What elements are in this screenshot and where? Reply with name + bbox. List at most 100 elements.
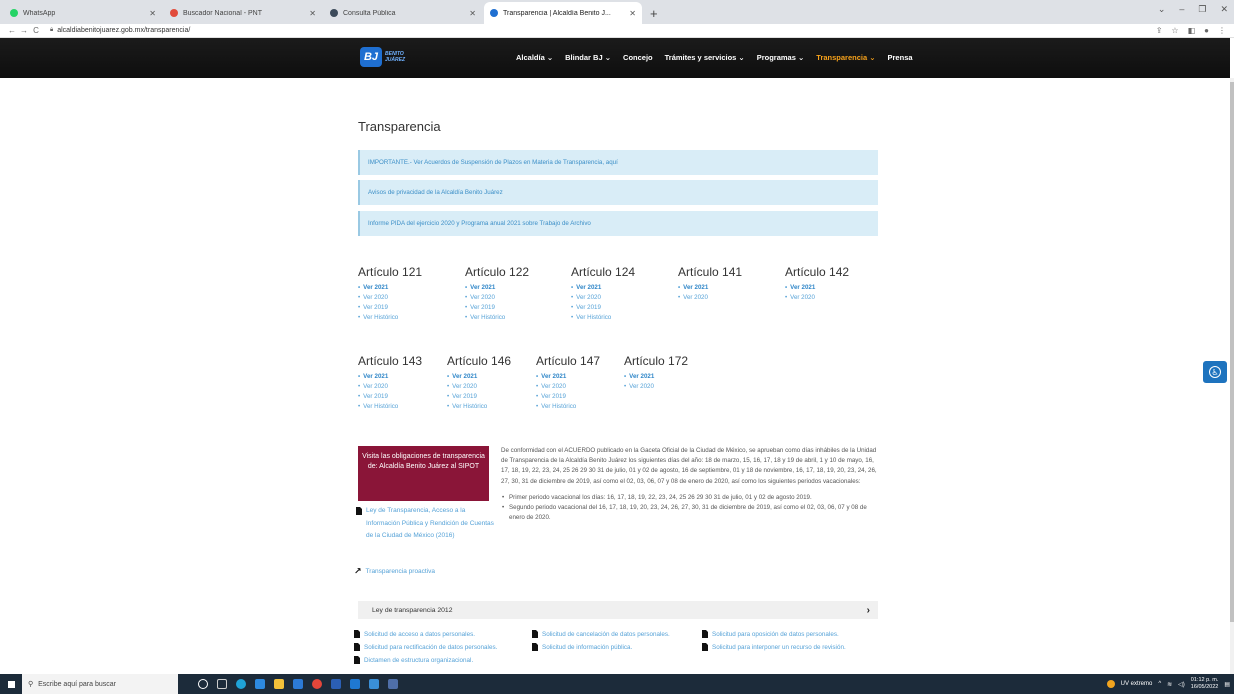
notice-suspension-plazos[interactable]: IMPORTANTE.- Ver Acuerdos de Suspensión … <box>358 150 878 175</box>
link-ver-2020[interactable]: Ver 2020 <box>358 382 422 392</box>
link-ver-2021[interactable]: Ver 2021 <box>571 283 635 293</box>
nav-prensa[interactable]: Prensa <box>888 53 913 62</box>
ley-transparencia-link[interactable]: Ley de Transparencia, Acceso a la Inform… <box>356 505 496 543</box>
url-field[interactable]: 🔒︎ alcaldiabenitojuarez.gob.mx/transpare… <box>50 27 190 34</box>
solicitud-cancelacion-datos[interactable]: Solicitud de cancelación de datos person… <box>532 630 670 638</box>
link-ver-2021[interactable]: Ver 2021 <box>358 372 422 382</box>
edge-icon[interactable] <box>236 679 246 689</box>
link-ver-historico[interactable]: Ver Histórico <box>447 402 511 412</box>
close-icon[interactable]: ✕ <box>149 9 156 18</box>
nav-programas[interactable]: Programas ⌄ <box>757 53 805 62</box>
solicitud-rectificacion-datos[interactable]: Solicitud para rectificación de datos pe… <box>354 643 497 651</box>
close-icon[interactable]: ✕ <box>1220 4 1228 15</box>
nav-transparencia[interactable]: Transparencia ⌄ <box>816 53 875 62</box>
minimize-icon[interactable]: – <box>1179 4 1184 15</box>
link-ver-2019[interactable]: Ver 2019 <box>571 303 635 313</box>
link-ver-2019[interactable]: Ver 2019 <box>358 303 422 313</box>
tab-transparencia[interactable]: Transparencia | Alcaldía Benito J... ✕ <box>484 2 642 24</box>
teams-icon[interactable] <box>369 679 379 689</box>
link-ver-historico[interactable]: Ver Histórico <box>358 402 422 412</box>
task-view-icon[interactable] <box>217 679 227 689</box>
link-ver-2020[interactable]: Ver 2020 <box>785 293 849 303</box>
taskbar-search[interactable]: ⚲ Escribe aquí para buscar <box>22 674 178 694</box>
outlook-icon[interactable] <box>350 679 360 689</box>
link-ver-historico[interactable]: Ver Histórico <box>465 313 529 323</box>
maximize-icon[interactable]: ❐ <box>1198 4 1206 15</box>
chevron-up-icon[interactable]: ^ <box>1158 681 1161 687</box>
page-scrollbar[interactable] <box>1230 78 1234 674</box>
solicitud-informacion-publica[interactable]: Solicitud de información pública. <box>532 643 632 651</box>
page-title: Transparencia <box>358 119 441 134</box>
solicitud-text: Solicitud de cancelación de datos person… <box>542 630 670 638</box>
forward-icon[interactable]: → <box>18 26 30 35</box>
word-icon[interactable] <box>331 679 341 689</box>
tab-whatsapp[interactable]: WhatsApp ✕ <box>4 2 162 24</box>
new-tab-button[interactable]: + <box>644 2 664 24</box>
notifications-icon[interactable]: ▤ <box>1224 681 1230 688</box>
transparencia-proactiva-link[interactable]: ↗ Transparencia proactiva <box>354 566 435 577</box>
link-ver-2019[interactable]: Ver 2019 <box>358 392 422 402</box>
nav-blindar-bj[interactable]: Blindar BJ ⌄ <box>565 53 611 62</box>
network-icon[interactable]: ≋ <box>1167 681 1172 688</box>
app-icon[interactable] <box>388 679 398 689</box>
mail-icon[interactable] <box>293 679 303 689</box>
file-explorer-icon[interactable] <box>274 679 284 689</box>
link-ver-2020[interactable]: Ver 2020 <box>358 293 422 303</box>
link-ver-2019[interactable]: Ver 2019 <box>536 392 600 402</box>
tab-consulta-publica[interactable]: Consulta Pública ✕ <box>324 2 482 24</box>
link-ver-2020[interactable]: Ver 2020 <box>678 293 742 303</box>
chevron-down-icon[interactable]: ⌄ <box>1158 4 1166 15</box>
link-ver-2021[interactable]: Ver 2021 <box>358 283 422 293</box>
nav-tramites[interactable]: Trámites y servicios ⌄ <box>665 53 745 62</box>
solicitud-recurso-revision[interactable]: Solicitud para interponer un recurso de … <box>702 643 846 651</box>
link-ver-2019[interactable]: Ver 2019 <box>465 303 529 313</box>
ley-2012-accordion[interactable]: Ley de transparencia 2012 › <box>358 601 878 619</box>
nav-alcaldia[interactable]: Alcaldía ⌄ <box>516 53 553 62</box>
reload-icon[interactable]: C <box>30 26 42 35</box>
menu-icon[interactable]: ⋮ <box>1218 26 1226 35</box>
share-icon[interactable]: ⇪ <box>1156 26 1163 35</box>
back-icon[interactable]: ← <box>6 26 18 35</box>
link-ver-2020[interactable]: Ver 2020 <box>465 293 529 303</box>
windows-icon <box>6 679 16 689</box>
link-ver-2020[interactable]: Ver 2020 <box>571 293 635 303</box>
accessibility-button[interactable]: ♿︎ <box>1203 361 1227 383</box>
site-logo[interactable]: BJ BENITO JUÁREZ <box>360 47 405 67</box>
link-ver-historico[interactable]: Ver Histórico <box>536 402 600 412</box>
link-ver-2021[interactable]: Ver 2021 <box>678 283 742 293</box>
weather-text[interactable]: UV extremo <box>1121 681 1153 687</box>
tab-buscador-nacional[interactable]: Buscador Nacional - PNT ✕ <box>164 2 322 24</box>
profile-icon[interactable]: ● <box>1204 26 1209 35</box>
scrollbar-thumb[interactable] <box>1230 82 1234 622</box>
store-icon[interactable] <box>255 679 265 689</box>
star-icon[interactable]: ☆ <box>1171 26 1178 35</box>
link-ver-2021[interactable]: Ver 2021 <box>447 372 511 382</box>
taskbar-clock[interactable]: 01:12 p. m. 16/05/2022 <box>1191 677 1219 691</box>
close-icon[interactable]: ✕ <box>469 9 476 18</box>
chrome-icon[interactable] <box>312 679 322 689</box>
link-ver-2021[interactable]: Ver 2021 <box>536 372 600 382</box>
link-ver-historico[interactable]: Ver Histórico <box>571 313 635 323</box>
solicitud-text: Solicitud para interponer un recurso de … <box>712 643 846 651</box>
link-ver-2019[interactable]: Ver 2019 <box>447 392 511 402</box>
sidepanel-icon[interactable]: ◧ <box>1188 26 1196 35</box>
solicitud-oposicion-datos[interactable]: Solicitud para oposición de datos person… <box>702 630 839 638</box>
sipot-button[interactable]: Visita las obligaciones de transparencia… <box>358 446 489 501</box>
nav-concejo[interactable]: Concejo <box>623 53 653 62</box>
solicitud-acceso-datos[interactable]: Solicitud de acceso a datos personales. <box>354 630 475 638</box>
link-ver-2021[interactable]: Ver 2021 <box>785 283 849 293</box>
notice-informe-pida[interactable]: Informe PIDA del ejercicio 2020 y Progra… <box>358 211 878 236</box>
close-icon[interactable]: ✕ <box>309 9 316 18</box>
close-icon[interactable]: ✕ <box>629 9 636 18</box>
notice-avisos-privacidad[interactable]: Avisos de privacidad de la Alcaldía Beni… <box>358 180 878 205</box>
volume-icon[interactable]: ◁) <box>1178 681 1185 688</box>
link-ver-2020[interactable]: Ver 2020 <box>624 382 688 392</box>
link-ver-2020[interactable]: Ver 2020 <box>536 382 600 392</box>
link-ver-historico[interactable]: Ver Histórico <box>358 313 422 323</box>
dictamen-estructura[interactable]: Dictamen de estructura organizacional. <box>354 656 473 664</box>
cortana-icon[interactable] <box>198 679 208 689</box>
link-ver-2021[interactable]: Ver 2021 <box>624 372 688 382</box>
link-ver-2021[interactable]: Ver 2021 <box>465 283 529 293</box>
start-button[interactable] <box>0 674 22 694</box>
link-ver-2020[interactable]: Ver 2020 <box>447 382 511 392</box>
